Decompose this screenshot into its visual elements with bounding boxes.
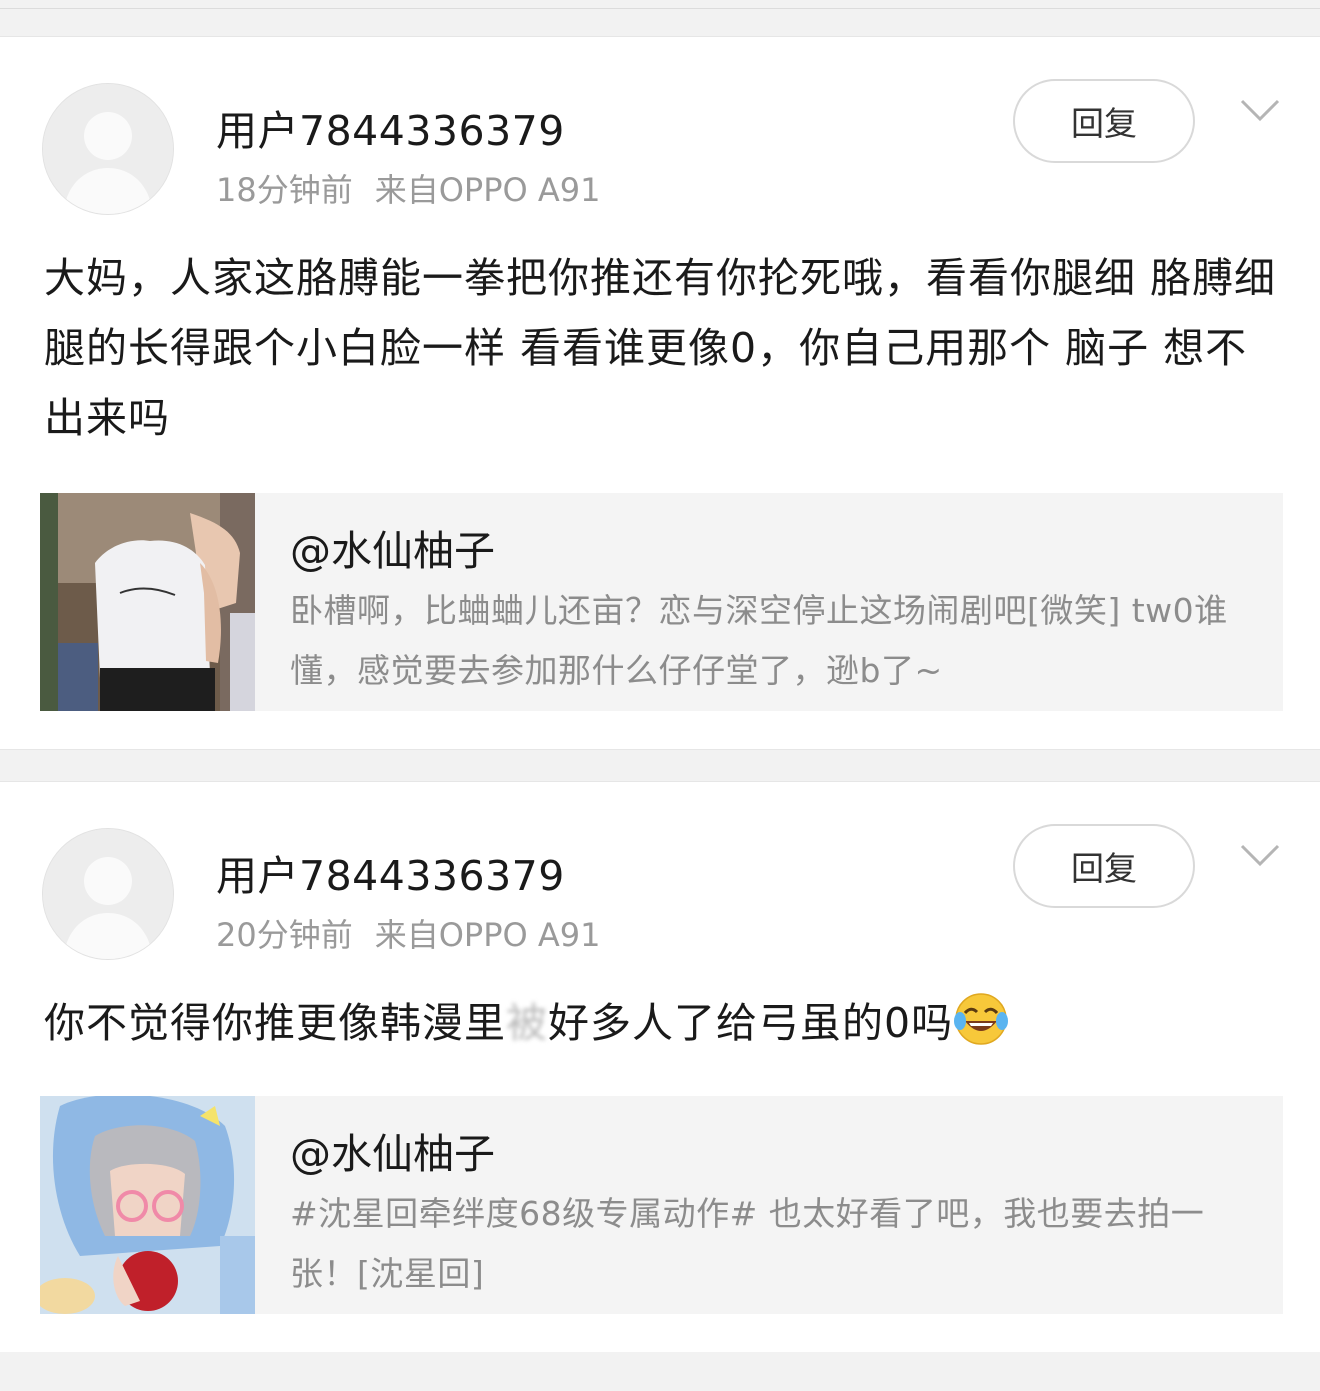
chevron-down-icon[interactable] bbox=[1238, 95, 1282, 125]
comment-meta: 20分钟前 来自OPPO A91 bbox=[216, 910, 601, 956]
character-photo-icon bbox=[40, 1096, 255, 1314]
quoted-post[interactable]: @水仙柚子 #沈星回牵绊度68级专属动作# 也太好看了吧，我也要去拍一张！[沈星… bbox=[40, 1096, 1283, 1314]
timestamp: 18分钟前 bbox=[216, 171, 353, 209]
comment-card: 用户7844336379 20分钟前 来自OPPO A91 回复 你不觉得你推更像… bbox=[0, 781, 1320, 1353]
laughing-tears-emoji bbox=[954, 993, 1009, 1045]
comment-body-text-end: 好多人了给弓虽的0吗 bbox=[548, 999, 954, 1047]
blurred-word: 被 bbox=[506, 999, 548, 1047]
comment-card: 用户7844336379 18分钟前 来自OPPO A91 回复 大妈，人家这胳膊… bbox=[0, 36, 1320, 750]
default-avatar-icon bbox=[43, 829, 173, 959]
comment-meta: 18分钟前 来自OPPO A91 bbox=[216, 165, 601, 211]
reply-button[interactable]: 回复 bbox=[1013, 79, 1195, 163]
avatar[interactable] bbox=[42, 828, 174, 960]
bottom-separator bbox=[0, 1352, 1320, 1391]
timestamp: 20分钟前 bbox=[216, 916, 353, 954]
character-photo-icon bbox=[40, 493, 255, 711]
device-source: 来自OPPO A91 bbox=[374, 916, 601, 954]
quoted-post-thumbnail[interactable] bbox=[40, 493, 255, 711]
quoted-text: #沈星回牵绊度68级专属动作# 也太好看了吧，我也要去拍一张！[沈星回] bbox=[290, 1194, 1205, 1293]
reply-button[interactable]: 回复 bbox=[1013, 824, 1195, 908]
quoted-post[interactable]: @水仙柚子 卧槽啊，比蛐蛐儿还亩？恋与深空停止这场闹剧吧[微笑] tw0谁懂，感… bbox=[40, 493, 1283, 711]
username[interactable]: 用户7844336379 bbox=[216, 97, 565, 157]
comment-body: 大妈，人家这胳膊能一拳把你推还有你抡死哦，看看你腿细 胳膊细腿的长得跟个小白脸一… bbox=[44, 254, 1277, 442]
default-avatar-icon bbox=[43, 84, 173, 214]
quoted-author[interactable]: @水仙柚子 bbox=[290, 1120, 495, 1180]
quoted-post-thumbnail[interactable] bbox=[40, 1096, 255, 1314]
username[interactable]: 用户7844336379 bbox=[216, 842, 565, 902]
chevron-down-icon[interactable] bbox=[1238, 840, 1282, 870]
comment-body: 你不觉得你推更像韩漫里被好多人了给弓虽的0吗 bbox=[44, 988, 1284, 1058]
device-source: 来自OPPO A91 bbox=[374, 171, 601, 209]
quoted-text: 卧槽啊，比蛐蛐儿还亩？恋与深空停止这场闹剧吧[微笑] tw0谁懂，感觉要去参加那… bbox=[290, 591, 1228, 690]
top-separator bbox=[0, 0, 1320, 36]
avatar[interactable] bbox=[42, 83, 174, 215]
quoted-author[interactable]: @水仙柚子 bbox=[290, 517, 495, 577]
comment-body-text: 你不觉得你推更像韩漫里 bbox=[44, 999, 506, 1047]
